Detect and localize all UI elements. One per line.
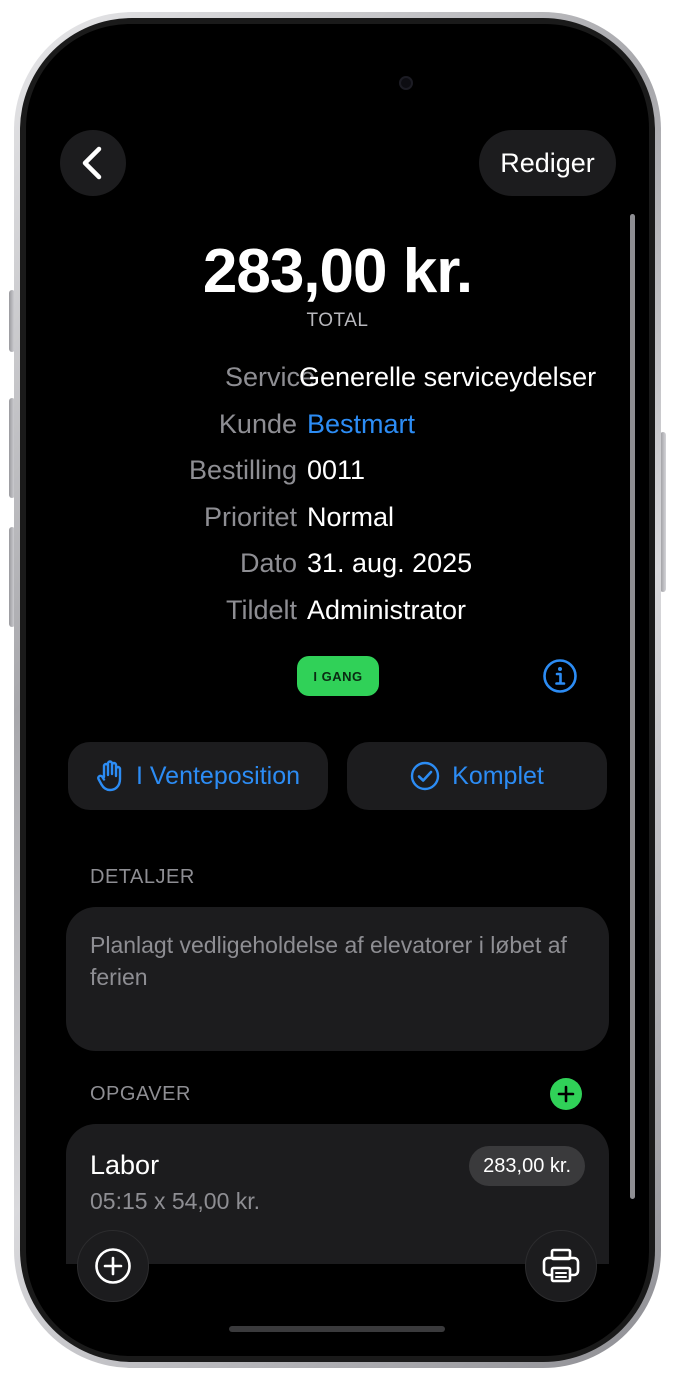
details-header: DETALJER	[90, 866, 195, 888]
info-value: 31. aug. 2025	[307, 548, 473, 578]
info-row-order: Bestilling 0011	[26, 455, 649, 495]
add-button[interactable]	[77, 1230, 149, 1302]
info-row-assigned: Tildelt Administrator	[26, 595, 649, 635]
task-row[interactable]: Labor 05:15 x 54,00 kr. 283,00 kr.	[66, 1124, 609, 1264]
task-price-badge: 283,00 kr.	[469, 1146, 585, 1186]
details-card[interactable]: Planlagt vedligeholdelse af elevatorer i…	[66, 907, 609, 1051]
details-text: Planlagt vedligeholdelse af elevatorer i…	[90, 932, 567, 990]
screen: Rediger 283,00 kr. TOTAL Service Generel…	[26, 24, 649, 1356]
complete-button[interactable]: Komplet	[347, 742, 607, 810]
info-value: Administrator	[307, 595, 467, 625]
info-label: Bestilling	[188, 455, 297, 485]
info-row-priority: Prioritet Normal	[26, 502, 649, 542]
home-indicator[interactable]	[229, 1326, 445, 1332]
chevron-left-icon	[82, 146, 102, 180]
printer-icon	[542, 1248, 580, 1283]
task-title: Labor	[90, 1150, 160, 1180]
edit-button[interactable]: Rediger	[479, 130, 616, 196]
complete-button-label: Komplet	[452, 761, 544, 790]
customer-link[interactable]: Bestmart	[307, 409, 415, 440]
status-badge: I GANG	[297, 656, 379, 696]
front-camera	[399, 76, 413, 90]
edit-button-label: Rediger	[500, 147, 595, 178]
plus-circle-icon	[95, 1248, 131, 1284]
info-value: Normal	[307, 502, 395, 532]
info-label: Dato	[239, 548, 297, 578]
hold-button-label: I Venteposition	[135, 761, 300, 790]
info-row-service: Service Generelle serviceydelser	[26, 362, 649, 402]
hold-button[interactable]: I Venteposition	[68, 742, 328, 810]
tasks-header: OPGAVER	[90, 1083, 191, 1105]
info-circle-icon	[543, 659, 577, 693]
back-button[interactable]	[60, 130, 126, 196]
info-button[interactable]	[542, 658, 578, 694]
print-button[interactable]	[525, 1230, 597, 1302]
total-amount: 283,00 kr.	[202, 237, 473, 306]
info-label: Prioritet	[203, 502, 297, 532]
checkmark-circle-icon	[410, 761, 440, 791]
info-value: Generelle serviceydelser	[299, 362, 597, 392]
info-row-date: Dato 31. aug. 2025	[26, 548, 649, 588]
info-row-customer[interactable]: Kunde Bestmart	[26, 409, 649, 449]
add-task-button[interactable]	[550, 1078, 582, 1110]
info-label: Kunde	[218, 409, 297, 439]
total-label: TOTAL	[306, 310, 369, 331]
task-subtitle: 05:15 x 54,00 kr.	[90, 1188, 261, 1214]
plus-icon	[557, 1085, 575, 1103]
info-label: Tildelt	[225, 595, 297, 625]
hand-raised-icon	[97, 760, 122, 792]
info-value: 0011	[307, 455, 366, 485]
